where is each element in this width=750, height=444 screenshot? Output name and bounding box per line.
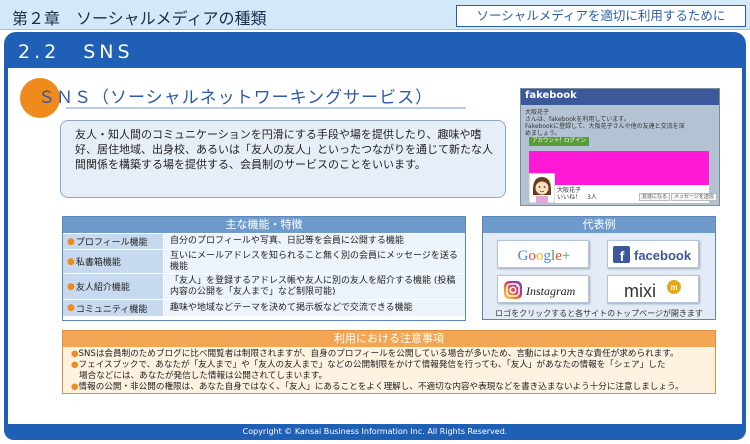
topic-title: ＳＮＳ（ソーシャルネットワーキングサービス） [38, 88, 434, 108]
feature-name: ● プロフィール機能 [63, 234, 163, 249]
feature-desc: 趣味や地域などテーマを決めて掲示板などで交流できる機能 [163, 300, 465, 316]
svg-text:mixi: mixi [624, 281, 656, 301]
svg-text:facebook: facebook [634, 248, 692, 263]
instagram-logo: Instagram [504, 281, 576, 299]
svg-text:m: m [670, 283, 677, 292]
feature-desc: 互いにメールアドレスを知られること無く別の会員にメッセージを送る機能 [163, 250, 465, 273]
feature-name: ● 友人紹介機能 [63, 274, 163, 299]
mixi-logo: mixi m [624, 280, 681, 301]
section-header: 2.2 SNS [4, 32, 746, 68]
shot-text-line-3: めましょう。 [525, 130, 561, 137]
features-header: 主な機能・特徴 [63, 217, 465, 233]
footer-copyright: Copyright © Kansai Business Information … [4, 424, 746, 440]
google-plus-logo: Google+ [518, 248, 571, 264]
representatives-note: ロゴをクリックすると各サイトのトップページが開きます [495, 309, 703, 318]
caution-header: 利用における注意事項 [63, 331, 715, 347]
svg-text:Google+: Google+ [518, 248, 571, 264]
shot-cover-image [529, 151, 709, 185]
caution-item: ●SNSは会員制のためブログに比べ閲覧者は制限されますが、自身のプロフィールを公… [71, 349, 679, 359]
avatar-illustration [529, 173, 555, 203]
fakebook-logo: fakebook [525, 90, 577, 101]
chapter-nav-link[interactable]: ソーシャルメディアを適切に利用するために [456, 5, 746, 27]
shot-profile-name: 大阪花子 いいね！ 3人 [557, 187, 597, 201]
caution-item: ●情報の公開・非公開の権限は、あなた自身ではなく、「友人」にあることをよく理解し… [71, 382, 684, 392]
svg-text:Instagram: Instagram [525, 284, 576, 298]
table-row: ● コミュニティ機能 趣味や地域などテーマを決めて掲示板などで交流できる機能 [63, 299, 465, 316]
description-box: 友人・知人間のコミュニケーションを円滑にする手段や場を提供したり、趣味や嗜好、居… [60, 120, 506, 198]
features-table: 主な機能・特徴 ● プロフィール機能 自分のプロフィールや写真、日記等を会員に公開… [62, 216, 466, 321]
google-plus-logo-button[interactable]: Google+ [497, 240, 589, 268]
feature-name: ● 私書箱機能 [63, 250, 163, 273]
representatives-box: 代表例 Google+ f facebook Instagram mixi m … [482, 216, 716, 320]
shot-text-line-2: Fakebookに登録して、大阪花子さんや他の友達と交流を深 [525, 123, 685, 130]
shot-name-line: 大阪花子 [525, 109, 550, 116]
feature-name: ● コミュニティ機能 [63, 300, 163, 316]
shot-add-friend-button: 友達になる [639, 193, 671, 201]
table-row: ● 私書箱機能 互いにメールアドレスを知られること無く別の会員にメッセージを送る機… [63, 249, 465, 273]
svg-text:f: f [620, 248, 625, 264]
topic-underline [66, 107, 466, 109]
caution-item-continued: 場合などには、あなたが発信した情報は公開されてしまいます。 [79, 371, 328, 381]
feature-desc: 自分のプロフィールや写真、日記等を会員に公開する機能 [163, 234, 465, 249]
representatives-header: 代表例 [483, 217, 715, 233]
caution-box: 利用における注意事項 ●SNSは会員制のためブログに比べ閲覧者は制限されますが、… [62, 330, 716, 394]
caution-item: ●フェイスブックで、あなたが「友人まで」や「友人の友人まで」などの公開制限をかけ… [71, 360, 666, 370]
table-row: ● プロフィール機能 自分のプロフィールや写真、日記等を会員に公開する機能 [63, 233, 465, 249]
facebook-logo-button[interactable]: f facebook [607, 240, 699, 268]
representatives-body: Google+ f facebook Instagram mixi m ロゴをク… [483, 233, 715, 319]
chapter-header: 第２章 ソーシャルメディアの種類 ソーシャルメディアを適切に利用するために [0, 0, 750, 30]
fakebook-screenshot: fakebook 大阪花子 さんは、fakebookを利用しています。 Fake… [520, 88, 720, 206]
feature-desc: 「友人」を登録するアドレス帳や友人に別の友人を紹介する機能 (投稿内容の公開を「… [163, 274, 465, 299]
chapter-title: 第２章 ソーシャルメディアの種類 [12, 9, 267, 28]
shot-text-line-1: さんは、fakebookを利用しています。 [525, 116, 630, 123]
fakebook-header-bar: fakebook [521, 89, 719, 105]
facebook-logo: f facebook [613, 246, 692, 264]
table-row: ● 友人紹介機能 「友人」を登録するアドレス帳や友人に別の友人を紹介する機能 (投… [63, 273, 465, 299]
shot-login-button: ログイン [561, 137, 590, 146]
instagram-logo-button[interactable]: Instagram [497, 275, 589, 303]
shot-message-button: メッセージを送信 [671, 193, 717, 201]
mixi-logo-button[interactable]: mixi m [607, 275, 699, 303]
section-title: 2.2 SNS [18, 41, 134, 63]
